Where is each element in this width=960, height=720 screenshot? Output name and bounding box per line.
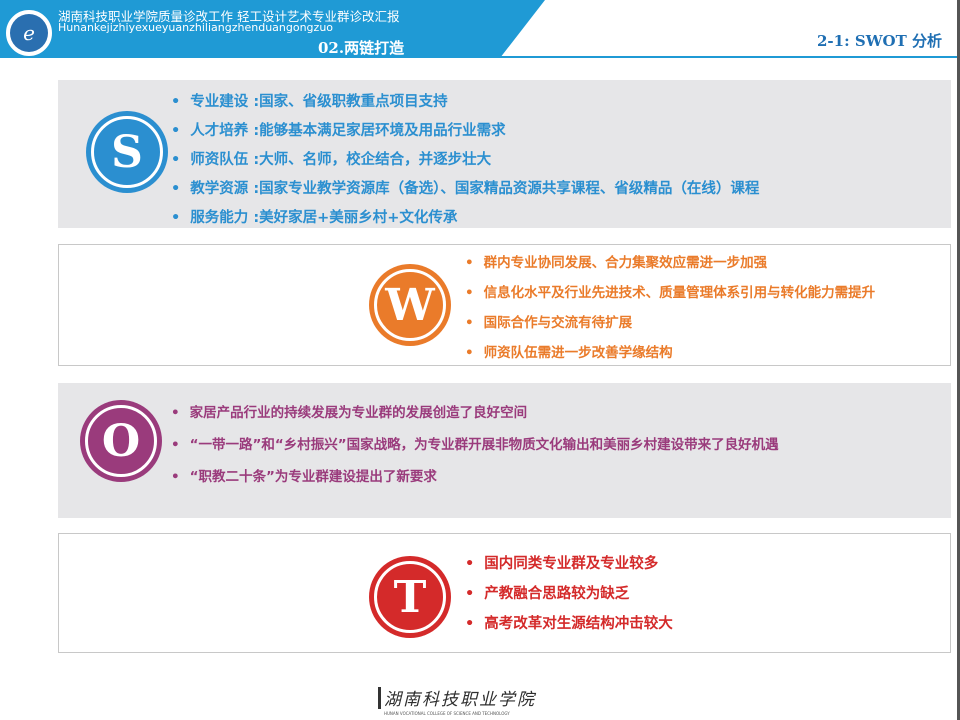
bullet-icon: • — [171, 123, 181, 139]
bullet-icon: • — [465, 556, 475, 572]
list-item: • 人才培养 :能够基本满足家居环境及用品行业需求 — [171, 119, 759, 148]
opportunities-badge: O — [80, 400, 162, 482]
bullet-icon: • — [171, 94, 181, 110]
bullet-icon: • — [465, 255, 474, 271]
list-item: • 国际合作与交流有待扩展 — [465, 311, 875, 341]
list-item: • “一带一路”和“乡村振兴”国家战略，为专业群开展非物质文化输出和美丽乡村建设带… — [171, 433, 779, 465]
threats-badge: T — [369, 556, 451, 638]
weaknesses-panel: W • 群内专业协同发展、合力集聚效应需进一步加强 • 信息化水平及行业先进技术、质… — [58, 244, 951, 366]
bullet-icon: • — [171, 405, 180, 421]
bullet-icon: • — [171, 181, 181, 197]
weakness-text: 群内专业协同发展、合力集聚效应需进一步加强 — [483, 255, 768, 271]
strength-text: 专业建设 :国家、省级职教重点项目支持 — [190, 94, 448, 110]
list-item: • 群内专业协同发展、合力集聚效应需进一步加强 — [465, 251, 875, 281]
bullet-icon: • — [171, 210, 181, 226]
list-item: • “职教二十条”为专业群建设提出了新要求 — [171, 465, 779, 497]
list-item: • 师资队伍 :大师、名师，校企结合，并逐步壮大 — [171, 148, 759, 177]
strengths-panel: S • 专业建设 :国家、省级职教重点项目支持 • 人才培养 :能够基本满足家居环境… — [58, 80, 951, 228]
strengths-letter: S — [91, 116, 163, 188]
threat-text: 高考改革对生源结构冲击较大 — [484, 616, 673, 632]
weaknesses-badge: W — [369, 264, 451, 346]
list-item: • 信息化水平及行业先进技术、质量管理体系引用与转化能力需提升 — [465, 281, 875, 311]
list-item: • 家居产品行业的持续发展为专业群的发展创造了良好空间 — [171, 401, 779, 433]
threats-letter: T — [374, 561, 446, 633]
bullet-icon: • — [171, 152, 181, 168]
opportunities-list: • 家居产品行业的持续发展为专业群的发展创造了良好空间 • “一带一路”和“乡村振兴… — [171, 401, 779, 497]
weakness-text: 师资队伍需进一步改善学缘结构 — [483, 345, 673, 361]
signature-divider — [378, 687, 381, 709]
strengths-badge: S — [86, 111, 168, 193]
bullet-icon: • — [465, 345, 474, 361]
weakness-text: 国际合作与交流有待扩展 — [483, 315, 633, 331]
college-logo: e — [4, 8, 54, 58]
list-item: • 服务能力 :美好家居+美丽乡村+文化传承 — [171, 206, 759, 235]
bullet-icon: • — [465, 315, 474, 331]
list-item: • 高考改革对生源结构冲击较大 — [465, 612, 673, 642]
list-item: • 国内同类专业群及专业较多 — [465, 552, 673, 582]
strength-text: 服务能力 :美好家居+美丽乡村+文化传承 — [190, 210, 458, 226]
list-item: • 产教融合思路较为缺乏 — [465, 582, 673, 612]
opportunities-letter: O — [85, 405, 157, 477]
college-name: 湖南科技职业学院 — [384, 690, 536, 710]
college-signature: 湖南科技职业学院 HUNAN VOCATIONAL COLLEGE OF SCI… — [378, 685, 536, 716]
college-name-en: HUNAN VOCATIONAL COLLEGE OF SCIENCE AND … — [384, 711, 510, 716]
college-logo-emblem: e — [10, 14, 48, 52]
section-title: 2-1: SWOT 分析 — [817, 32, 942, 50]
strengths-list: • 专业建设 :国家、省级职教重点项目支持 • 人才培养 :能够基本满足家居环境及用… — [171, 90, 759, 235]
threats-panel: T • 国内同类专业群及专业较多 • 产教融合思路较为缺乏 • 高考改革对生源结构冲击… — [58, 533, 951, 653]
weaknesses-letter: W — [374, 269, 446, 341]
bullet-icon: • — [465, 616, 475, 632]
opportunity-text: 家居产品行业的持续发展为专业群的发展创造了良好空间 — [189, 405, 528, 421]
bullet-icon: • — [171, 469, 180, 485]
header-pinyin: Hunankejizhiyexueyuanzhiliangzhenduangon… — [58, 21, 334, 34]
opportunity-text: “职教二十条”为专业群建设提出了新要求 — [189, 469, 437, 485]
threat-text: 产教融合思路较为缺乏 — [484, 586, 630, 602]
bullet-icon: • — [465, 285, 474, 301]
opportunity-text: “一带一路”和“乡村振兴”国家战略，为专业群开展非物质文化输出和美丽乡村建设带来… — [189, 437, 779, 453]
strength-text: 人才培养 :能够基本满足家居环境及用品行业需求 — [190, 123, 506, 139]
chapter-title: 02.两链打造 — [318, 39, 405, 57]
strength-text: 教学资源 :国家专业教学资源库（备选）、国家精品资源共享课程、省级精品（在线）课… — [190, 181, 760, 197]
list-item: • 专业建设 :国家、省级职教重点项目支持 — [171, 90, 759, 119]
list-item: • 教学资源 :国家专业教学资源库（备选）、国家精品资源共享课程、省级精品（在线）… — [171, 177, 759, 206]
threats-list: • 国内同类专业群及专业较多 • 产教融合思路较为缺乏 • 高考改革对生源结构冲击较大 — [465, 552, 673, 642]
bullet-icon: • — [171, 437, 180, 453]
weakness-text: 信息化水平及行业先进技术、质量管理体系引用与转化能力需提升 — [483, 285, 876, 301]
weaknesses-list: • 群内专业协同发展、合力集聚效应需进一步加强 • 信息化水平及行业先进技术、质量管… — [465, 251, 875, 371]
bullet-icon: • — [465, 586, 475, 602]
list-item: • 师资队伍需进一步改善学缘结构 — [465, 341, 875, 371]
opportunities-panel: O • 家居产品行业的持续发展为专业群的发展创造了良好空间 • “一带一路”和“乡村… — [58, 383, 951, 518]
strength-text: 师资队伍 :大师、名师，校企结合，并逐步壮大 — [190, 152, 492, 168]
threat-text: 国内同类专业群及专业较多 — [484, 556, 659, 572]
